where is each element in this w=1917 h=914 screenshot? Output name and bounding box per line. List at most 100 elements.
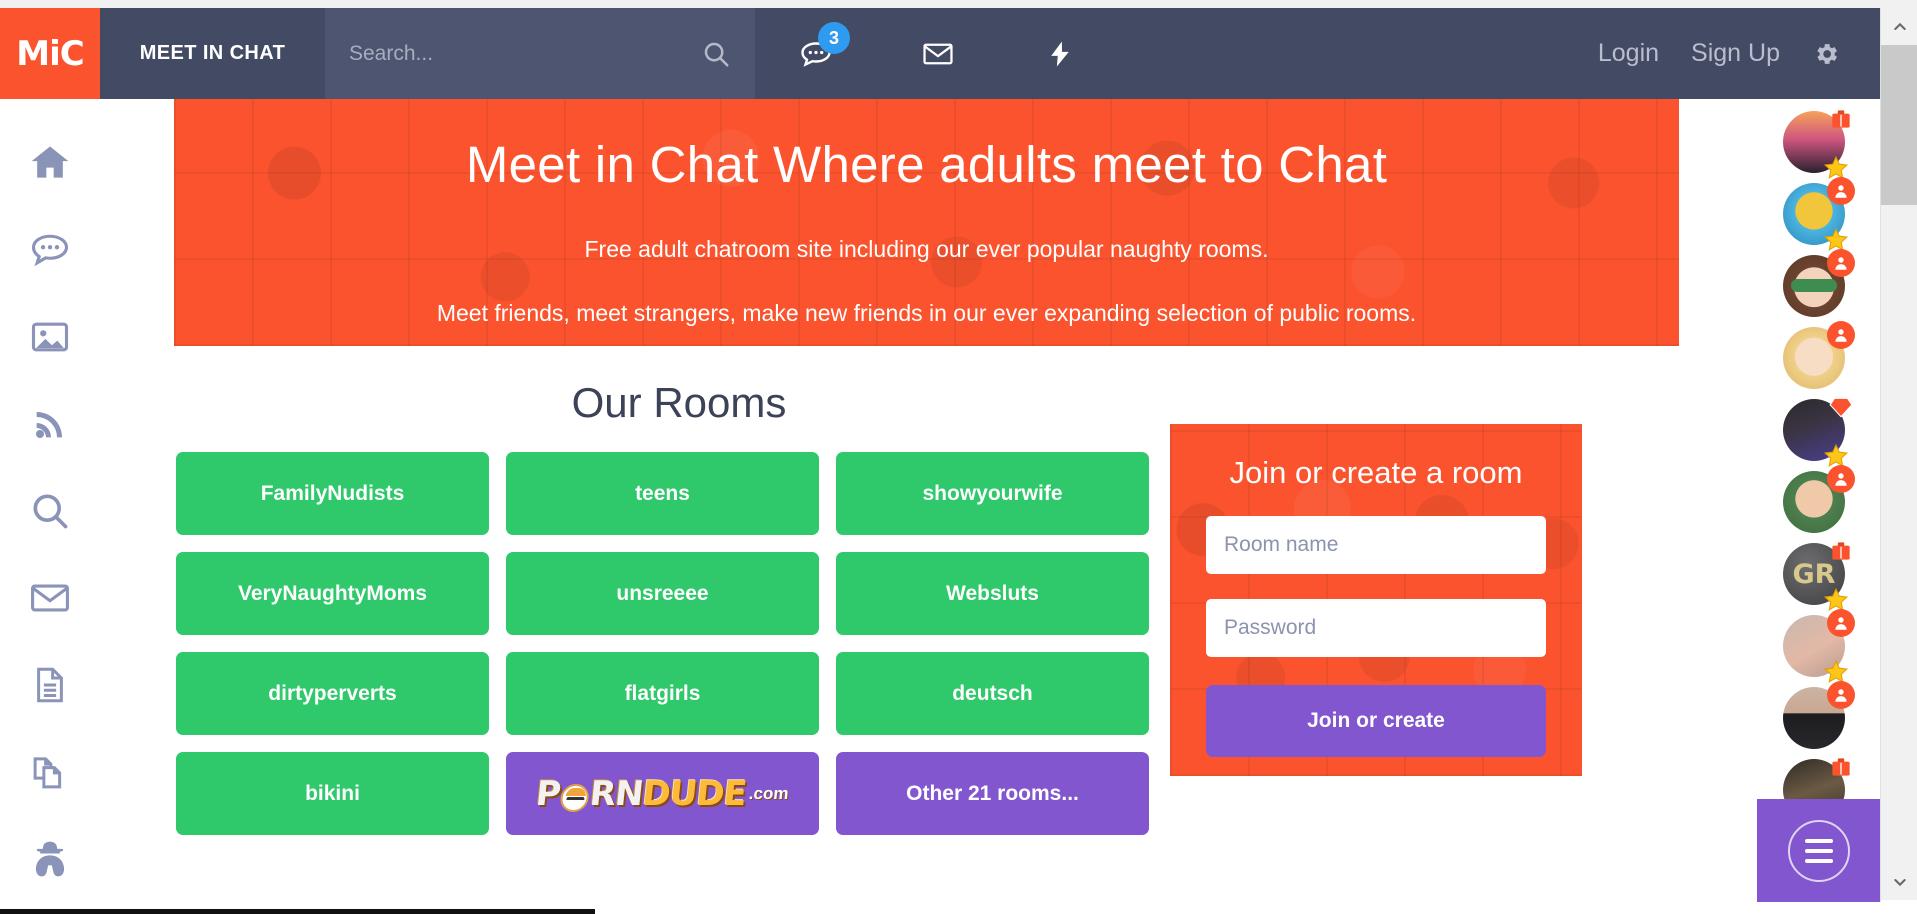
- header-chat-button[interactable]: 3: [755, 8, 877, 99]
- floating-menu-button[interactable]: [1757, 799, 1880, 902]
- hero-banner: Meet in Chat Where adults meet to Chat F…: [174, 99, 1679, 346]
- room-button[interactable]: unsreeee: [506, 552, 819, 635]
- person-icon: [1835, 257, 1847, 270]
- app-root: MiC MEET IN CHAT 3: [0, 0, 1917, 914]
- join-panel-title: Join or create a room: [1229, 455, 1523, 490]
- person-icon: [1835, 185, 1847, 198]
- rail-user[interactable]: [1757, 397, 1880, 469]
- porndude-suffix: .com: [748, 783, 790, 803]
- browser-top-strip: [0, 0, 1917, 8]
- scroll-up-button[interactable]: [1881, 8, 1917, 45]
- room-name-input[interactable]: [1206, 516, 1546, 574]
- sidebar-item-gallery[interactable]: [0, 293, 100, 380]
- sidebar-item-chat[interactable]: [0, 206, 100, 293]
- main-content: Meet in Chat Where adults meet to Chat F…: [100, 99, 1760, 902]
- logo-text: MiC: [16, 33, 84, 74]
- rail-user[interactable]: [1757, 609, 1880, 685]
- menu-line: [1804, 838, 1833, 843]
- signup-link[interactable]: Sign Up: [1675, 39, 1796, 68]
- person-badge-icon: [1827, 249, 1855, 277]
- search-submit-button[interactable]: [701, 39, 731, 69]
- porndude-ad-button[interactable]: P RN DUDE .com: [506, 752, 819, 835]
- rail-user[interactable]: [1757, 681, 1880, 757]
- room-button[interactable]: Websluts: [836, 552, 1149, 635]
- rail-user[interactable]: [1757, 465, 1880, 541]
- site-header: MiC MEET IN CHAT 3: [0, 8, 1880, 99]
- hero-subtitle-1: Free adult chatroom site including our e…: [584, 236, 1269, 262]
- search-input[interactable]: [349, 41, 691, 66]
- sidebar-item-feed[interactable]: [0, 380, 100, 467]
- person-badge-icon: [1827, 681, 1855, 709]
- rooms-heading: Our Rooms: [571, 379, 787, 426]
- room-button[interactable]: showyourwife: [836, 452, 1149, 535]
- suitcase-badge-icon: [1827, 105, 1855, 133]
- person-icon: [1835, 473, 1847, 486]
- other-rooms-button[interactable]: Other 21 rooms...: [836, 752, 1149, 835]
- brand-label: MEET IN CHAT: [139, 42, 286, 64]
- room-button[interactable]: bikini: [176, 752, 489, 835]
- header-inbox-button[interactable]: [877, 8, 999, 99]
- password-input[interactable]: [1206, 599, 1546, 657]
- envelope-icon: [923, 43, 953, 64]
- page-bottom-bar: [0, 902, 1917, 914]
- sunglasses-shape: [1791, 279, 1837, 292]
- room-button[interactable]: FamilyNudists: [176, 452, 489, 535]
- hero-title: Meet in Chat Where adults meet to Chat: [465, 136, 1388, 193]
- chevron-up-icon: [1893, 22, 1906, 30]
- rail-user[interactable]: GR: [1757, 541, 1880, 613]
- scroll-down-button[interactable]: [1881, 863, 1917, 900]
- sidebar-item-documents[interactable]: [0, 728, 100, 815]
- porndude-p: P: [534, 773, 563, 814]
- person-badge-icon: [1827, 177, 1855, 205]
- sidebar-item-pages[interactable]: [0, 641, 100, 728]
- gear-icon: [1817, 43, 1837, 64]
- browser-scrollbar[interactable]: [1880, 8, 1917, 914]
- left-sidebar: [0, 99, 100, 902]
- header-icon-group: 3: [755, 8, 1121, 99]
- sidebar-item-messages[interactable]: [0, 554, 100, 641]
- header-activity-button[interactable]: [999, 8, 1121, 99]
- menu-line: [1804, 848, 1833, 853]
- room-button[interactable]: VeryNaughtyMoms: [176, 552, 489, 635]
- home-icon: [31, 146, 69, 178]
- room-button[interactable]: flatgirls: [506, 652, 819, 735]
- person-badge-icon: [1827, 465, 1855, 493]
- porndude-face-icon: [559, 783, 591, 812]
- sidebar-item-home[interactable]: [0, 119, 100, 206]
- suitcase-badge-icon: [1827, 753, 1855, 781]
- scrollbar-thumb[interactable]: [1881, 45, 1917, 205]
- diamond-icon: [1829, 397, 1853, 418]
- spy-incognito-icon: [35, 841, 65, 876]
- room-button[interactable]: deutsch: [836, 652, 1149, 735]
- logo[interactable]: MiC: [0, 8, 100, 99]
- sidebar-item-search[interactable]: [0, 467, 100, 554]
- join-create-panel: Join or create a room Join or create: [1170, 424, 1582, 776]
- login-link[interactable]: Login: [1582, 39, 1675, 68]
- person-badge-icon: [1827, 609, 1855, 637]
- suitcase-icon: [1832, 110, 1850, 128]
- room-button[interactable]: dirtyperverts: [176, 652, 489, 735]
- copy-pages-icon: [33, 756, 62, 788]
- rail-user[interactable]: [1757, 249, 1880, 325]
- rail-user[interactable]: [1757, 109, 1880, 181]
- person-icon: [1835, 617, 1847, 630]
- image-icon: [31, 322, 69, 351]
- rooms-grid: FamilyNudists teens showyourwife VeryNau…: [176, 452, 1151, 835]
- lightning-bolt-icon: [1051, 41, 1069, 66]
- room-button[interactable]: teens: [506, 452, 819, 535]
- porndude-dude: DUDE: [640, 773, 749, 814]
- person-icon: [1835, 329, 1847, 342]
- search-icon: [704, 42, 729, 66]
- rail-user[interactable]: [1757, 321, 1880, 397]
- menu-line: [1804, 858, 1833, 863]
- person-badge-icon: [1827, 321, 1855, 349]
- settings-button[interactable]: [1796, 40, 1856, 68]
- porndude-rn: RN: [588, 773, 645, 814]
- search-icon: [33, 494, 68, 528]
- sidebar-item-incognito[interactable]: [0, 815, 100, 902]
- rail-user[interactable]: [1757, 177, 1880, 253]
- brand-title[interactable]: MEET IN CHAT: [100, 8, 325, 99]
- search-box: [325, 8, 755, 99]
- online-users-rail: GR: [1757, 99, 1880, 902]
- join-or-create-button[interactable]: Join or create: [1206, 685, 1546, 757]
